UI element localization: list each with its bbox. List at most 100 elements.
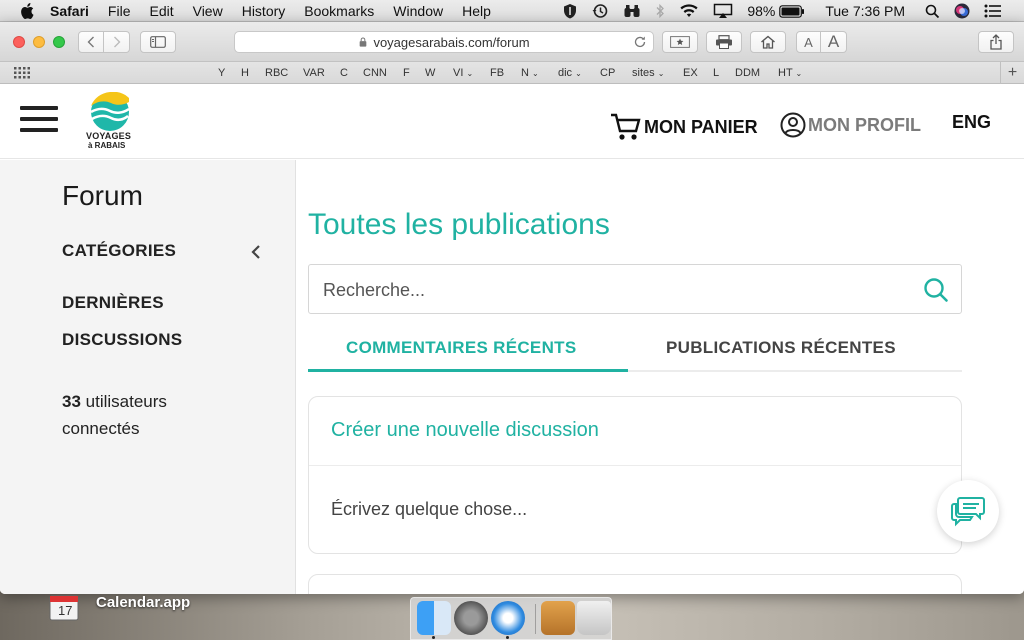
- close-window-button[interactable]: [13, 36, 25, 48]
- menu-view[interactable]: View: [193, 3, 223, 19]
- bookmark-w[interactable]: W: [425, 67, 435, 79]
- menu-history[interactable]: History: [242, 3, 286, 19]
- apple-icon[interactable]: [18, 2, 36, 20]
- chevron-down-icon: ⌄: [575, 69, 582, 78]
- menu-app-safari[interactable]: Safari: [50, 3, 89, 19]
- share-icon: [990, 34, 1002, 50]
- airplay-icon[interactable]: [713, 3, 733, 19]
- bookmark-n[interactable]: N ⌄: [521, 67, 539, 79]
- address-bar[interactable]: voyagesarabais.com/forum: [234, 31, 654, 53]
- calendar-file-label[interactable]: Calendar.app: [96, 594, 190, 611]
- text-larger-button[interactable]: A: [821, 31, 847, 53]
- time-machine-icon[interactable]: [591, 3, 609, 19]
- shield-icon[interactable]: [563, 3, 577, 19]
- forum-tabs: COMMENTAIRES RÉCENTS PUBLICATIONS RÉCENT…: [308, 332, 962, 372]
- add-bookmark-button[interactable]: +: [1000, 62, 1024, 84]
- chevron-down-icon: ⌄: [466, 69, 474, 78]
- bookmark-var[interactable]: VAR: [303, 67, 325, 79]
- sidebar-item-latest[interactable]: DERNIÈRES: [62, 293, 164, 313]
- back-button[interactable]: [78, 31, 104, 53]
- battery-icon[interactable]: [779, 4, 805, 18]
- bluetooth-icon[interactable]: [655, 3, 665, 19]
- card-divider: [309, 465, 961, 466]
- zoom-window-button[interactable]: [53, 36, 65, 48]
- wifi-icon[interactable]: [679, 3, 699, 19]
- minimize-window-button[interactable]: [33, 36, 45, 48]
- reload-icon[interactable]: [633, 35, 647, 49]
- trash-icon[interactable]: [577, 601, 611, 635]
- bookmark-button[interactable]: [662, 31, 698, 53]
- menu-bookmarks[interactable]: Bookmarks: [304, 3, 374, 19]
- new-discussion-title[interactable]: Créer une nouvelle discussion: [331, 419, 599, 442]
- logo-text-voyages: VOYAGES: [86, 131, 132, 141]
- menu-file[interactable]: File: [108, 3, 131, 19]
- bookmark-c[interactable]: C: [340, 67, 348, 79]
- tab-recent-comments[interactable]: COMMENTAIRES RÉCENTS: [346, 338, 576, 358]
- bookmark-l[interactable]: L: [713, 67, 719, 79]
- new-discussion-input[interactable]: Écrivez quelque chose...: [331, 499, 527, 520]
- lock-icon: [360, 37, 367, 47]
- sidebar-toggle-button[interactable]: [140, 31, 176, 53]
- bookmark-y[interactable]: Y: [218, 67, 225, 79]
- battery-percent[interactable]: 98%: [747, 3, 775, 19]
- browser-toolbar: voyagesarabais.com/forum A A: [0, 22, 1024, 62]
- bookmark-n-label: N: [521, 67, 529, 79]
- system-preferences-icon[interactable]: [454, 601, 488, 635]
- bookmarks-bar: Y H RBC VAR C CNN F W VI ⌄ FB N ⌄ dic ⌄ …: [0, 62, 1024, 84]
- search-icon[interactable]: [923, 277, 949, 303]
- share-button[interactable]: [978, 31, 1014, 53]
- site-header: VOYAGES à RABAIS MON PANIER MON PROFIL E…: [0, 84, 1024, 159]
- page-title: Toutes les publications: [308, 208, 610, 241]
- home-folder-icon[interactable]: [541, 601, 575, 635]
- menu-help[interactable]: Help: [462, 3, 491, 19]
- finder-icon[interactable]: [417, 601, 451, 635]
- bookmark-h[interactable]: H: [241, 67, 249, 79]
- menu-window[interactable]: Window: [393, 3, 443, 19]
- bookmark-dic[interactable]: dic ⌄: [558, 67, 582, 79]
- chat-bubbles-icon: [951, 497, 985, 527]
- new-discussion-card: Créer une nouvelle discussion Écrivez qu…: [308, 396, 962, 554]
- home-button[interactable]: [750, 31, 786, 53]
- notification-center-icon[interactable]: [984, 4, 1002, 18]
- language-toggle[interactable]: ENG: [952, 112, 991, 133]
- chat-widget-button[interactable]: [937, 480, 999, 542]
- safari-icon[interactable]: [491, 601, 525, 635]
- bookmark-sites[interactable]: sites ⌄: [632, 67, 664, 79]
- spotlight-search-icon[interactable]: [925, 4, 940, 19]
- top-sites-grid-icon[interactable]: [14, 67, 30, 79]
- binoculars-icon[interactable]: [623, 3, 641, 19]
- print-button[interactable]: [706, 31, 742, 53]
- chevron-left-icon[interactable]: [250, 244, 262, 260]
- bookmark-ddm[interactable]: DDM: [735, 67, 760, 79]
- bookmark-fb[interactable]: FB: [490, 67, 504, 79]
- hamburger-menu-icon[interactable]: [20, 106, 58, 132]
- bookmark-ht-label: HT: [778, 67, 793, 79]
- bookmark-rbc[interactable]: RBC: [265, 67, 288, 79]
- online-users-label-2: connectés: [62, 419, 140, 438]
- active-tab-indicator: [308, 369, 628, 372]
- bookmark-ht[interactable]: HT ⌄: [778, 67, 802, 79]
- sidebar-item-categories[interactable]: CATÉGORIES: [62, 241, 176, 261]
- cart-link[interactable]: MON PANIER: [610, 112, 758, 142]
- tab-recent-posts[interactable]: PUBLICATIONS RÉCENTES: [666, 338, 896, 358]
- profile-link[interactable]: MON PROFIL: [780, 112, 921, 138]
- next-post-card: [308, 574, 962, 594]
- web-page: VOYAGES à RABAIS MON PANIER MON PROFIL E…: [0, 84, 1024, 594]
- language-label: ENG: [952, 112, 992, 132]
- clock-text[interactable]: Tue 7:36 PM: [825, 3, 905, 19]
- search-input[interactable]: [323, 277, 903, 303]
- bookmark-sites-label: sites: [632, 67, 655, 79]
- bookmark-f[interactable]: F: [403, 67, 410, 79]
- menu-edit[interactable]: Edit: [149, 3, 173, 19]
- bookmark-cp[interactable]: CP: [600, 67, 615, 79]
- forward-button[interactable]: [104, 31, 130, 53]
- bookmark-ex[interactable]: EX: [683, 67, 698, 79]
- text-smaller-button[interactable]: A: [796, 31, 821, 53]
- bookmark-cnn[interactable]: CNN: [363, 67, 387, 79]
- sidebar-item-discussions[interactable]: DISCUSSIONS: [62, 330, 182, 350]
- logo-text-a-rabais: à RABAIS: [88, 141, 126, 150]
- siri-icon[interactable]: [954, 3, 970, 19]
- bookmark-vi[interactable]: VI ⌄: [453, 67, 473, 79]
- text-smaller-label: A: [804, 34, 813, 50]
- dock-separator: [535, 604, 536, 634]
